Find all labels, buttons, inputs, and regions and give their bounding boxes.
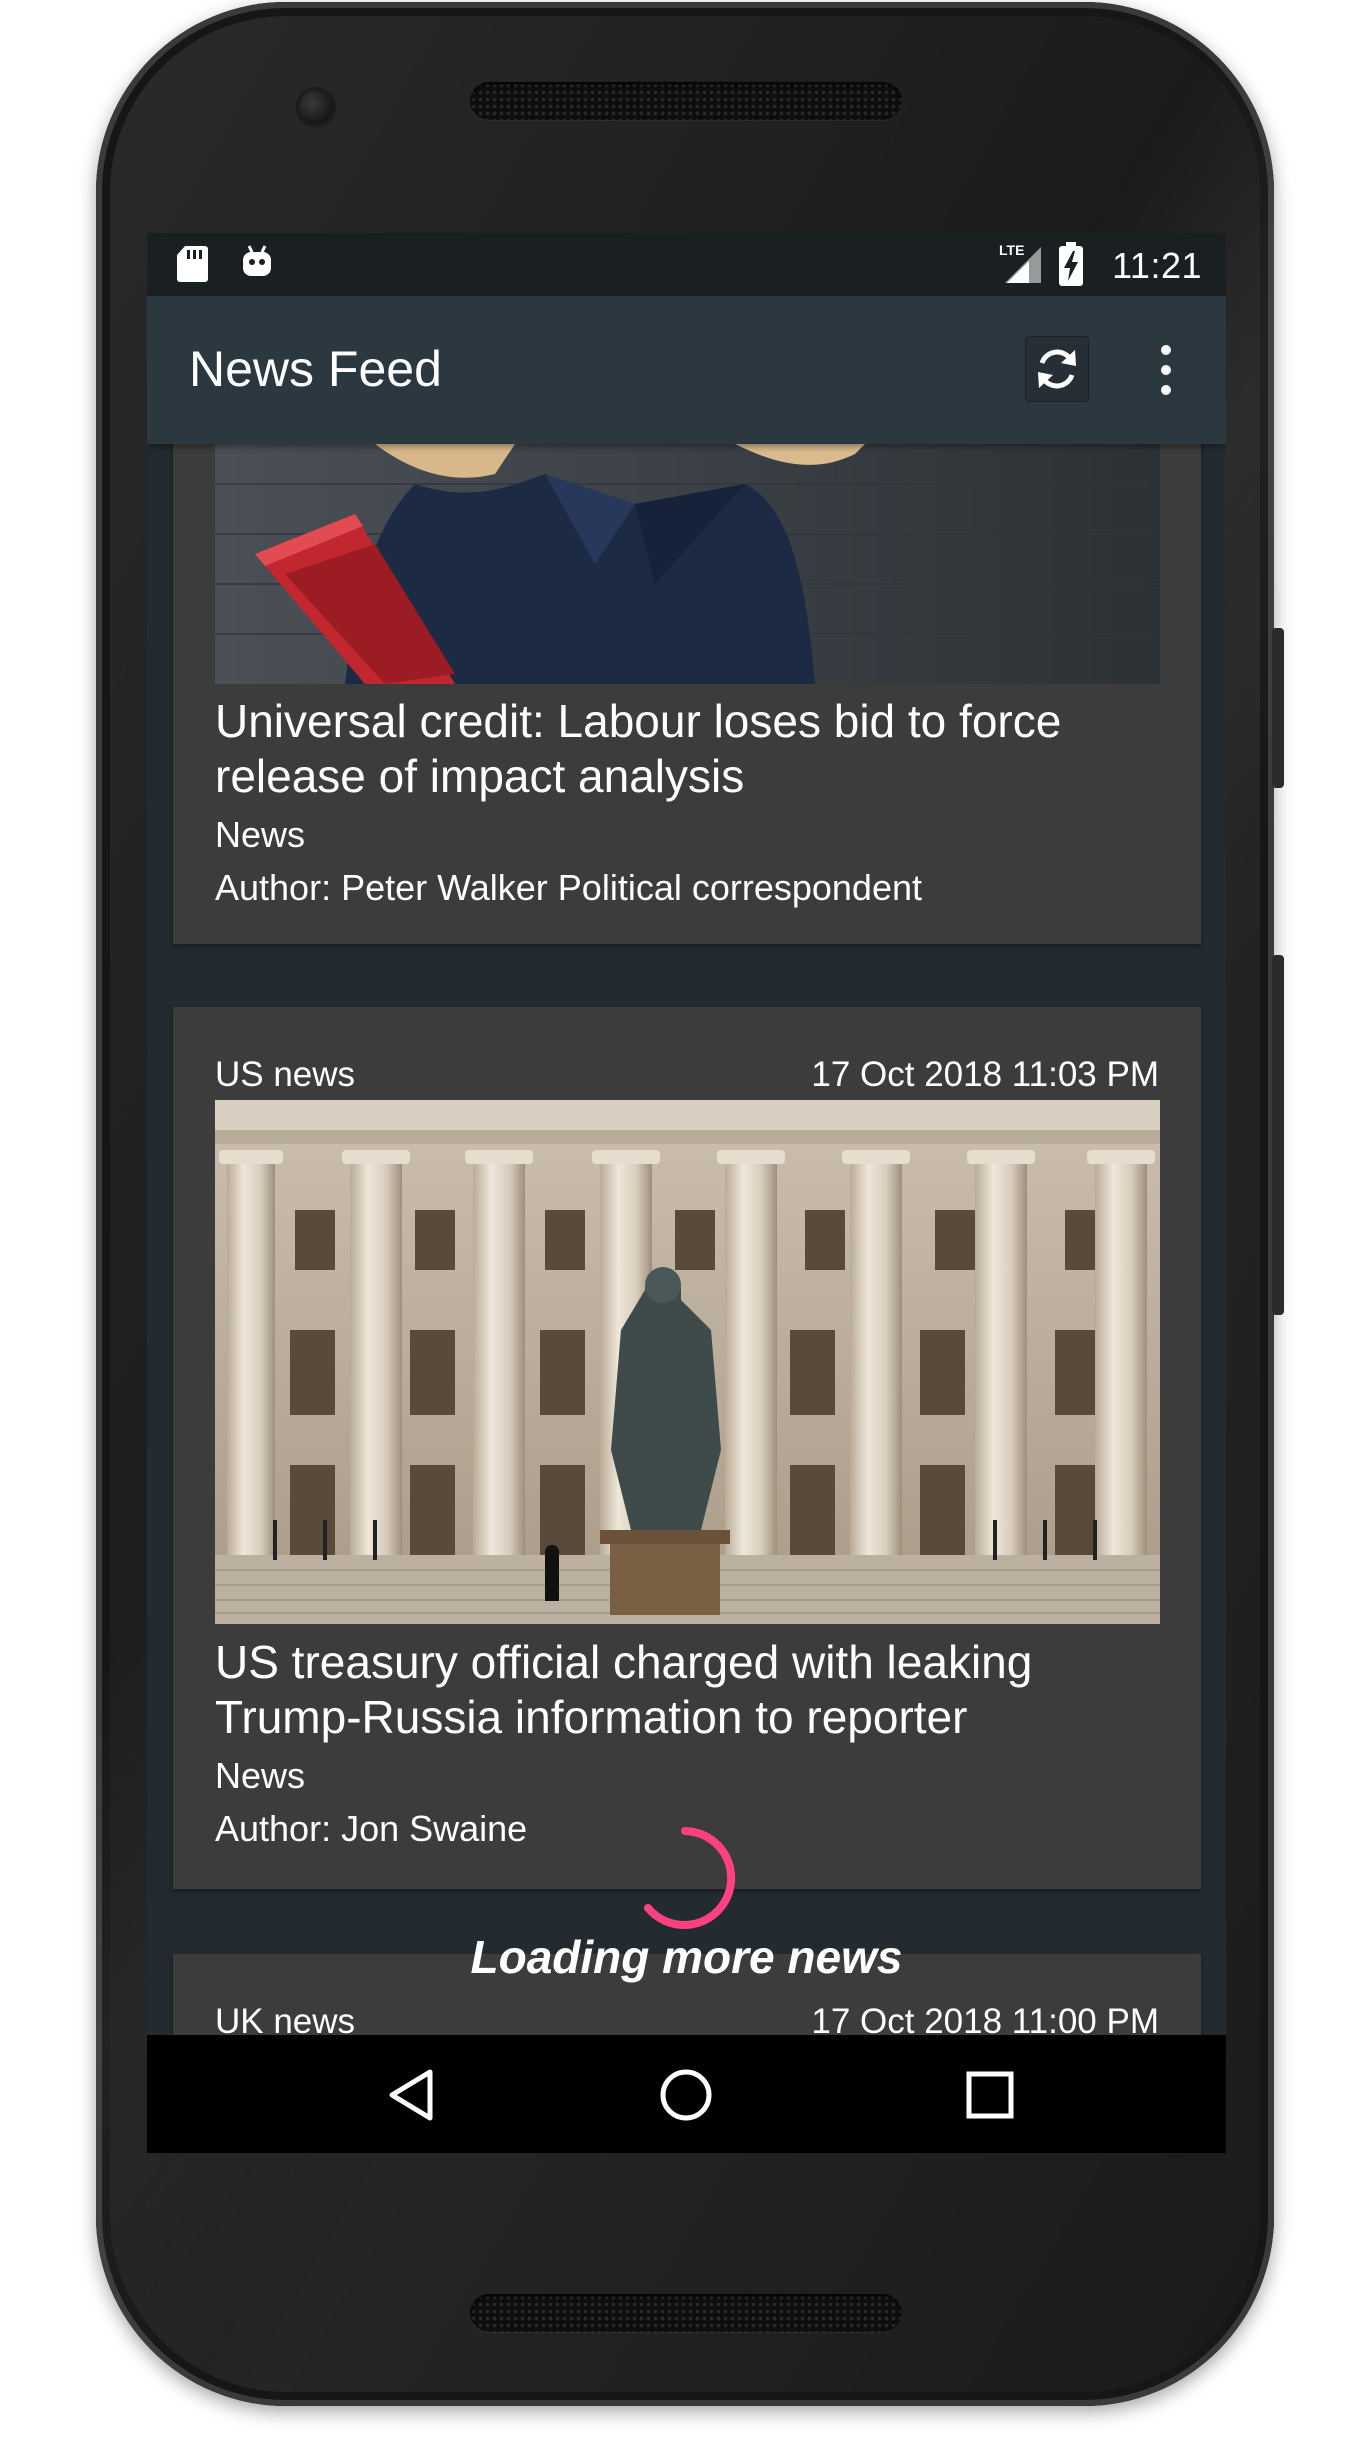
article-author: Author: Peter Walker Political correspon… — [215, 867, 922, 908]
battery-charging-icon — [1059, 242, 1083, 286]
volume-button — [1272, 955, 1284, 1315]
article-photo-woman-with-folder — [215, 444, 1160, 684]
status-time: 11:21 — [1112, 245, 1202, 286]
article-photo-treasury-building — [215, 1100, 1160, 1624]
home-icon[interactable] — [651, 2060, 721, 2130]
status-bar: LTE 11:21 — [147, 233, 1226, 296]
loading-more-label: Loading more news — [470, 1931, 903, 1983]
refresh-icon — [1038, 349, 1076, 389]
article-title: Universal credit: Labour loses bid to fo… — [215, 695, 1062, 802]
top-speaker-grille — [470, 82, 902, 120]
overflow-menu-button[interactable] — [1147, 340, 1185, 400]
app-bar: News Feed — [147, 296, 1226, 444]
news-card[interactable]: US news 17 Oct 2018 11:03 PM US treasury… — [173, 1007, 1201, 1889]
article-title: US treasury official charged with leakin… — [215, 1636, 1033, 1743]
article-section: News — [215, 1755, 306, 1796]
screen: LTE 11:21 News Feed Universal credit: La… — [147, 233, 1226, 2153]
front-camera — [296, 87, 336, 127]
back-icon[interactable] — [380, 2060, 450, 2130]
recents-icon[interactable] — [955, 2060, 1025, 2130]
news-feed-list[interactable]: Universal credit: Labour loses bid to fo… — [147, 444, 1226, 2036]
article-author: Author: Jon Swaine — [215, 1808, 528, 1849]
overflow-menu-icon — [1161, 345, 1171, 395]
bottom-speaker-grille — [470, 2294, 902, 2332]
svg-text:LTE: LTE — [999, 242, 1024, 258]
app-title: News Feed — [189, 341, 442, 397]
refresh-button[interactable] — [1025, 336, 1089, 402]
article-category: UK news — [215, 2002, 356, 2036]
article-category: US news — [215, 1055, 356, 1094]
lte-signal-icon: LTE — [999, 242, 1041, 283]
navigation-bar — [147, 2035, 1226, 2153]
android-debug-icon — [243, 245, 271, 276]
loading-spinner — [644, 1827, 736, 1929]
article-date: 17 Oct 2018 11:00 PM — [811, 2002, 1159, 2036]
article-date: 17 Oct 2018 11:03 PM — [811, 1055, 1159, 1094]
power-button — [1272, 628, 1284, 788]
news-card[interactable]: Universal credit: Labour loses bid to fo… — [173, 444, 1201, 944]
article-section: News — [215, 814, 306, 855]
sd-card-icon — [177, 246, 208, 282]
